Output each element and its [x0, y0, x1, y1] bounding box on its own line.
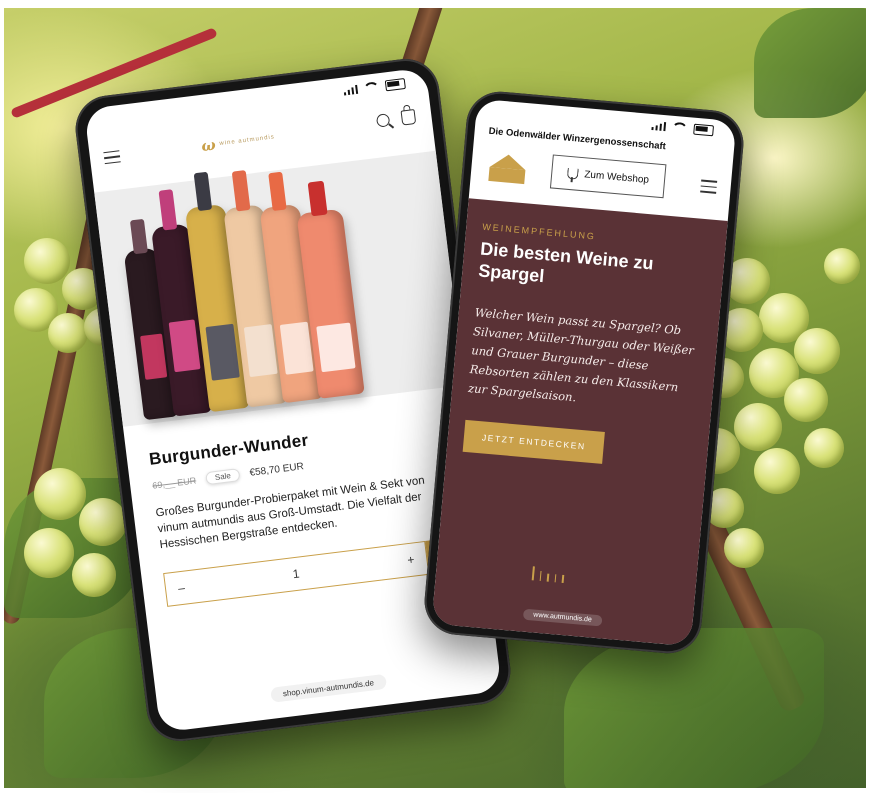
left-phone-screen: ω wine autmundis Burgunder-Wunder 69,__ …	[84, 67, 502, 733]
battery-icon	[384, 77, 406, 91]
current-price: €58,70 EUR	[248, 461, 305, 479]
signal-icon	[651, 120, 667, 132]
hero-text: Welcher Wein passt zu Spargel? Ob Silvan…	[467, 305, 695, 405]
sale-badge: Sale	[205, 468, 241, 486]
logo-text: wine autmundis	[219, 134, 276, 148]
webshop-button[interactable]: Zum Webshop	[549, 154, 667, 199]
quantity-minus-button[interactable]: –	[177, 581, 185, 596]
product-image[interactable]	[94, 150, 465, 427]
wifi-icon	[671, 121, 689, 134]
right-phone-screen: Die Odenwälder Winzergenossenschaft Zum …	[431, 98, 737, 647]
signal-icon	[343, 84, 359, 96]
search-icon[interactable]	[375, 113, 391, 128]
quantity-stepper[interactable]: – 1 +	[163, 540, 430, 607]
menu-icon[interactable]	[103, 150, 121, 165]
url-bar[interactable]: www.autmundis.de	[522, 608, 603, 627]
url-bar[interactable]: shop.vinum-autmundis.de	[270, 673, 387, 703]
webshop-button-label: Zum Webshop	[583, 168, 650, 186]
logo-icon[interactable]	[482, 153, 534, 187]
wifi-icon	[362, 80, 381, 94]
battery-icon	[693, 123, 715, 136]
shop-logo[interactable]: ω wine autmundis	[200, 128, 276, 155]
menu-icon[interactable]	[700, 179, 718, 194]
logo-mark-icon: ω	[200, 135, 217, 156]
wine-glass-icon	[566, 167, 579, 180]
recommendation-hero: WEINEMPFEHLUNG Die besten Weine zu Sparg…	[431, 198, 728, 647]
scroll-indicator	[531, 566, 565, 583]
bag-icon[interactable]	[400, 109, 417, 126]
quantity-value[interactable]: 1	[292, 567, 300, 582]
old-price: 69,__ EUR	[151, 474, 197, 491]
wine-bottles	[117, 163, 422, 421]
discover-button[interactable]: JETZT ENTDECKEN	[462, 419, 606, 464]
right-phone: Die Odenwälder Winzergenossenschaft Zum …	[421, 88, 747, 657]
quantity-plus-button[interactable]: +	[406, 552, 415, 567]
